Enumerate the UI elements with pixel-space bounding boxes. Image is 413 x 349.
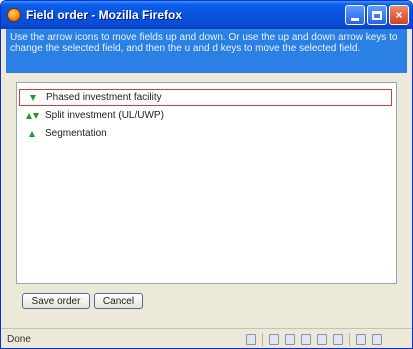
- maximize-icon: [372, 10, 382, 20]
- field-label: Segmentation: [45, 128, 107, 139]
- instructions-text: Use the arrow icons to move fields up an…: [6, 29, 407, 73]
- field-arrows: [19, 112, 45, 119]
- tools-icon[interactable]: [285, 334, 295, 345]
- move-down-icon[interactable]: [32, 112, 39, 119]
- field-arrows: [20, 94, 46, 101]
- move-up-icon[interactable]: [29, 130, 35, 137]
- separator: [262, 333, 263, 346]
- field-label: Phased investment facility: [46, 92, 162, 103]
- minimize-icon: [351, 17, 359, 21]
- field-item[interactable]: Phased investment facility: [19, 89, 392, 106]
- field-arrows: [19, 130, 45, 137]
- move-down-icon[interactable]: [30, 94, 36, 101]
- field-list: Phased investment facility Split investm…: [16, 82, 397, 284]
- network-icon[interactable]: [317, 334, 327, 345]
- separator: [349, 333, 350, 346]
- status-icons: [246, 333, 382, 346]
- close-button[interactable]: ×: [389, 5, 409, 25]
- field-label: Split investment (UL/UWP): [45, 110, 164, 121]
- maximize-button[interactable]: [367, 5, 387, 25]
- page-icon[interactable]: [246, 334, 256, 345]
- minimize-button[interactable]: [345, 5, 365, 25]
- field-item[interactable]: Split investment (UL/UWP): [19, 107, 392, 124]
- save-order-button[interactable]: Save order: [22, 293, 90, 309]
- pencil-icon[interactable]: [269, 334, 279, 345]
- browser-window: Field order - Mozilla Firefox × Use the …: [0, 0, 413, 349]
- status-text: Done: [7, 334, 31, 345]
- close-icon: ×: [395, 8, 403, 22]
- window-title: Field order - Mozilla Firefox: [26, 8, 183, 22]
- check-icon[interactable]: [356, 334, 366, 345]
- percent-icon[interactable]: [372, 334, 382, 345]
- title-bar[interactable]: Field order - Mozilla Firefox ×: [1, 1, 412, 29]
- status-bar: Done: [1, 328, 412, 348]
- move-up-icon[interactable]: [25, 112, 32, 119]
- grid-icon[interactable]: [301, 334, 311, 345]
- info-icon[interactable]: [333, 334, 343, 345]
- firefox-icon: [7, 8, 21, 22]
- field-item[interactable]: Segmentation: [19, 125, 392, 142]
- cancel-button[interactable]: Cancel: [94, 293, 143, 309]
